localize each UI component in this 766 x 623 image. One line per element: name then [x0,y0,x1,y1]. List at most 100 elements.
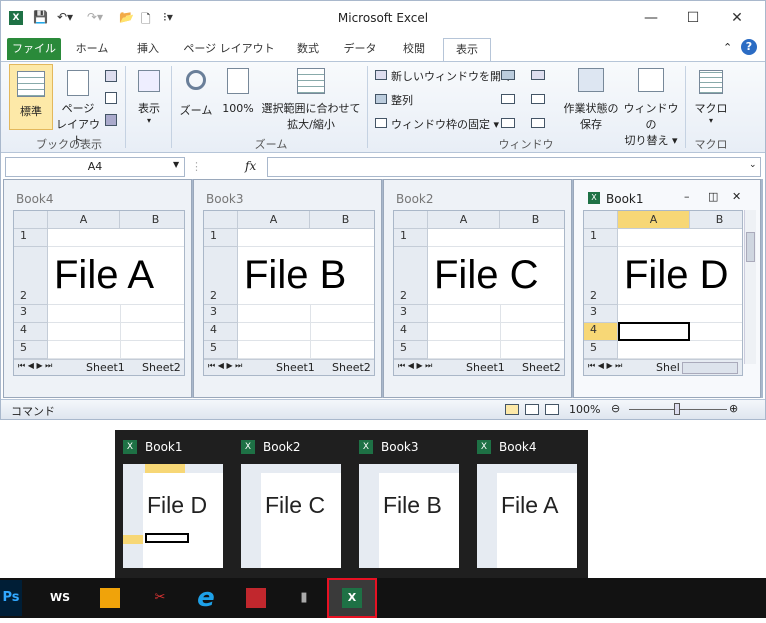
tab-page-layout[interactable]: ページ レイアウト [181,38,277,60]
unhide-icon[interactable] [501,118,515,128]
thumbnail-book4[interactable]: X Book4 File A [471,436,583,574]
row-header[interactable]: 4 [584,323,618,341]
worksheet-grid[interactable]: A B 1 2 3 4 5 6 File D ⏮ ◀ ▶ ⏭ Shel [583,210,743,376]
zoom-out-icon[interactable]: ⊖ [611,402,620,415]
worksheet-grid[interactable]: A B 1 2 3 4 5 6 File A ⏮ ◀ ▶ ⏭ Sheet1 Sh… [13,210,185,376]
workbook-window-book4[interactable]: Book4 A B 1 2 3 4 5 6 File A ⏮ ◀ ▶ ⏭ She… [3,179,192,398]
scroll-thumb[interactable] [746,232,755,262]
internet-explorer-icon[interactable]: e [186,580,226,616]
save-workspace-button[interactable]: 作業状態の 保存 [561,64,621,131]
row-header[interactable]: 5 [584,341,618,359]
row-header[interactable]: 4 [204,323,238,341]
new-window-button[interactable]: 新しいウィンドウを開く [375,68,512,84]
row-header[interactable]: 5 [394,341,428,359]
sheet-tab-sheet1[interactable]: Sheet1 [466,361,505,374]
name-box[interactable]: A4 [5,157,185,177]
select-all-corner[interactable] [14,211,48,229]
show-button[interactable]: 表示 ▾ [131,64,167,130]
outlook-icon[interactable] [90,580,130,616]
row-header[interactable]: 5 [14,341,48,359]
zoom-in-icon[interactable]: ⊕ [729,402,738,415]
tab-insert[interactable]: 挿入 [125,38,171,60]
sheet-nav-icon[interactable]: ⏮ ◀ ▶ ⏭ [208,361,242,371]
arrange-all-button[interactable]: 整列 [375,92,413,108]
thumbnail-book3[interactable]: X Book3 File B [353,436,465,574]
zoom-level[interactable]: 100% [569,403,600,416]
column-header-b[interactable]: B [690,211,742,229]
select-all-corner[interactable] [584,211,618,229]
row-header[interactable]: 2 [14,247,48,305]
tab-file[interactable]: ファイル [7,38,61,60]
sheet-nav-icon[interactable]: ⏮ ◀ ▶ ⏭ [398,361,432,371]
row-header[interactable]: 1 [394,229,428,247]
splitter-handle-icon[interactable]: ⋮ [191,160,202,173]
sheet-nav-icon[interactable]: ⏮ ◀ ▶ ⏭ [588,361,622,371]
reset-position-icon[interactable] [531,118,545,128]
sync-scroll-icon[interactable] [531,94,545,104]
row-header[interactable]: 1 [204,229,238,247]
row-header[interactable]: 2 [204,247,238,305]
horizontal-scrollbar[interactable] [682,362,738,374]
row-header[interactable]: 1 [584,229,618,247]
column-header-b[interactable]: B [310,211,374,229]
thumbnail-book1[interactable]: X Book1 File D [117,436,229,574]
tab-data[interactable]: データ [337,38,383,60]
formula-input[interactable] [267,157,761,177]
tab-formulas[interactable]: 数式 [285,38,331,60]
sheet-tab-sheet2[interactable]: Sheet2 [142,361,181,374]
minimize-button[interactable]: — [631,5,671,31]
workbook-window-book1[interactable]: X Book1 – ◫ ✕ A B 1 2 3 4 5 6 File D ⏮ ◀… [573,179,761,398]
row-header[interactable]: 3 [584,305,618,323]
zoom-button[interactable]: ズーム [177,64,215,130]
normal-view-button[interactable]: 標準 [9,64,53,130]
expand-formula-icon[interactable]: ⌄ [749,160,757,170]
page-break-preview-icon[interactable] [105,70,117,82]
vertical-scrollbar[interactable] [744,210,756,364]
sheet-tab-sheet1[interactable]: Shel [656,361,680,374]
select-all-corner[interactable] [394,211,428,229]
excel-taskbar-button[interactable]: X [327,578,377,618]
hide-icon[interactable] [501,94,515,104]
window-close-icon[interactable]: ✕ [732,190,741,203]
sheet-tab-sheet2[interactable]: Sheet2 [522,361,561,374]
active-cell-a4[interactable] [618,322,690,341]
page-layout-status-icon[interactable] [525,404,539,415]
window-restore-icon[interactable]: ◫ [708,190,718,203]
column-header-a[interactable]: A [618,211,690,229]
page-layout-view-button[interactable]: ページ レイアウト [55,64,101,147]
workbook-window-book2[interactable]: Book2 A B 1 2 3 4 5 6 File C ⏮ ◀ ▶ ⏭ She… [383,179,572,398]
row-header[interactable]: 5 [204,341,238,359]
row-header[interactable]: 4 [394,323,428,341]
workbook-window-book3[interactable]: Book3 A B 1 2 3 4 5 6 File B ⏮ ◀ ▶ ⏭ She… [193,179,382,398]
row-header[interactable]: 3 [14,305,48,323]
thumbnail-book2[interactable]: X Book2 File C [235,436,347,574]
select-all-corner[interactable] [204,211,238,229]
column-header-a[interactable]: A [428,211,500,229]
sheet-tab-sheet2[interactable]: Sheet2 [332,361,371,374]
full-screen-icon[interactable] [105,114,117,126]
macros-button[interactable]: マクロ ▾ [691,64,731,130]
zoom-slider-thumb[interactable] [674,403,680,415]
close-button[interactable]: ✕ [717,5,757,31]
row-header[interactable]: 3 [204,305,238,323]
row-header[interactable]: 2 [584,247,618,305]
name-box-dropdown-icon[interactable]: ▼ [173,160,179,169]
split-icon[interactable] [501,70,515,80]
tab-review[interactable]: 校閲 [391,38,437,60]
sheet-tab-sheet1[interactable]: Sheet1 [86,361,125,374]
presentation-app-icon[interactable] [236,580,276,616]
switch-windows-button[interactable]: ウィンドウの 切り替え ▾ [621,64,681,147]
maximize-button[interactable]: ☐ [673,5,713,31]
row-header[interactable]: 4 [14,323,48,341]
snipping-tool-icon[interactable]: ✂ [140,580,180,616]
zoom-100-button[interactable]: 100% [219,64,257,130]
insert-function-icon[interactable]: fx [245,159,256,173]
view-side-by-side-icon[interactable] [531,70,545,80]
column-header-b[interactable]: B [120,211,184,229]
column-header-a[interactable]: A [238,211,310,229]
row-header[interactable]: 2 [394,247,428,305]
page-break-status-icon[interactable] [545,404,559,415]
row-header[interactable]: 1 [14,229,48,247]
tab-home[interactable]: ホーム [69,38,115,60]
sheet-nav-icon[interactable]: ⏮ ◀ ▶ ⏭ [18,361,52,371]
